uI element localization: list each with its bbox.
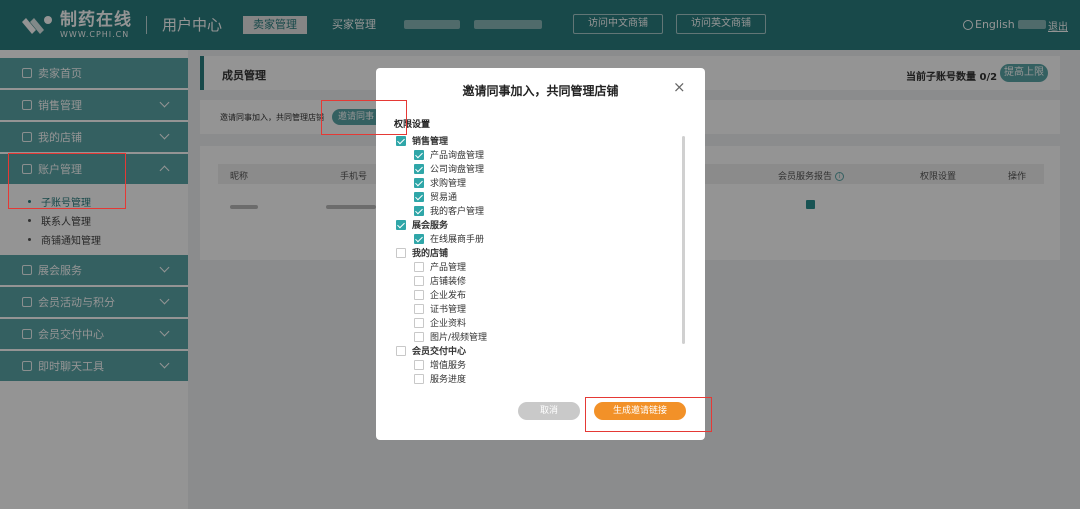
checkbox-unchecked[interactable] [414, 303, 424, 314]
checkbox-checked[interactable] [396, 219, 406, 230]
permission-label: 公司询盘管理 [430, 165, 485, 175]
permission-label: 图片/视频管理 [430, 333, 488, 343]
permission-label: 展会服务 [412, 221, 449, 231]
permission-item[interactable]: 求购管理 [414, 176, 466, 189]
checkbox-unchecked[interactable] [414, 261, 424, 272]
checkbox-checked[interactable] [414, 233, 424, 244]
permission-group[interactable]: 展会服务 [396, 218, 448, 231]
permission-item[interactable]: 产品管理 [414, 260, 466, 273]
permission-item[interactable]: 店铺装修 [414, 274, 466, 287]
permission-label: 企业资料 [430, 319, 467, 329]
permission-item[interactable]: 服务进度 [414, 372, 466, 385]
invite-modal: 邀请同事加入，共同管理店铺 × 权限设置 销售管理 产品询盘管理 公司询盘管理 求购管… [376, 68, 705, 440]
permission-label: 我的店铺 [412, 249, 449, 259]
permission-item[interactable]: 我的客户管理 [414, 204, 484, 217]
permission-label: 会员交付中心 [412, 347, 467, 357]
permission-label: 企业发布 [430, 291, 467, 301]
permission-label: 在线展商手册 [430, 235, 485, 245]
scrollbar[interactable] [682, 136, 685, 344]
checkbox-unchecked[interactable] [414, 289, 424, 300]
checkbox-unchecked[interactable] [414, 373, 424, 384]
highlight-invite-button [321, 100, 407, 135]
permission-item[interactable]: 证书管理 [414, 302, 466, 315]
checkbox-checked[interactable] [414, 163, 424, 174]
permission-item[interactable]: 公司询盘管理 [414, 162, 484, 175]
checkbox-unchecked[interactable] [414, 359, 424, 370]
permission-item[interactable]: 图片/视频管理 [414, 330, 487, 343]
permission-group[interactable]: 我的店铺 [396, 246, 448, 259]
permission-item[interactable]: 企业资料 [414, 316, 466, 329]
permission-label: 销售管理 [412, 137, 449, 147]
modal-title: 邀请同事加入，共同管理店铺 [462, 84, 619, 98]
checkbox-checked[interactable] [414, 149, 424, 160]
permission-label: 增值服务 [430, 361, 467, 371]
permission-list: 销售管理产品询盘管理 公司询盘管理 求购管理贸易通我的客户管理展会服务在线展商手册我… [396, 134, 688, 388]
checkbox-checked[interactable] [396, 135, 406, 146]
checkbox-checked[interactable] [414, 205, 424, 216]
permission-label: 店铺装修 [430, 277, 467, 287]
checkbox-unchecked[interactable] [414, 317, 424, 328]
permission-label: 我的客户管理 [430, 207, 485, 217]
cancel-button[interactable]: 取消 [518, 402, 580, 420]
permission-item[interactable]: 增值服务 [414, 358, 466, 371]
permission-label: 贸易通 [430, 193, 458, 203]
permission-label: 服务进度 [430, 375, 467, 385]
checkbox-unchecked[interactable] [414, 275, 424, 286]
close-icon[interactable]: × [673, 80, 686, 95]
checkbox-unchecked[interactable] [396, 247, 406, 258]
checkbox-checked[interactable] [414, 191, 424, 202]
highlight-generate-button [585, 397, 712, 432]
permission-group[interactable]: 销售管理 [396, 134, 448, 147]
checkbox-unchecked[interactable] [414, 331, 424, 342]
highlight-account-menu [8, 153, 126, 209]
checkbox-checked[interactable] [414, 177, 424, 188]
checkbox-unchecked[interactable] [396, 345, 406, 356]
permission-item[interactable]: 贸易通 [414, 190, 457, 203]
permission-group[interactable]: 会员交付中心 [396, 344, 466, 357]
permission-label: 产品管理 [430, 263, 467, 273]
permission-item[interactable]: 在线展商手册 [414, 232, 484, 245]
permission-label: 证书管理 [430, 305, 467, 315]
permission-label: 产品询盘管理 [430, 151, 485, 161]
permission-item[interactable]: 产品询盘管理 [414, 148, 484, 161]
permission-item[interactable]: 企业发布 [414, 288, 466, 301]
permission-label: 求购管理 [430, 179, 467, 189]
